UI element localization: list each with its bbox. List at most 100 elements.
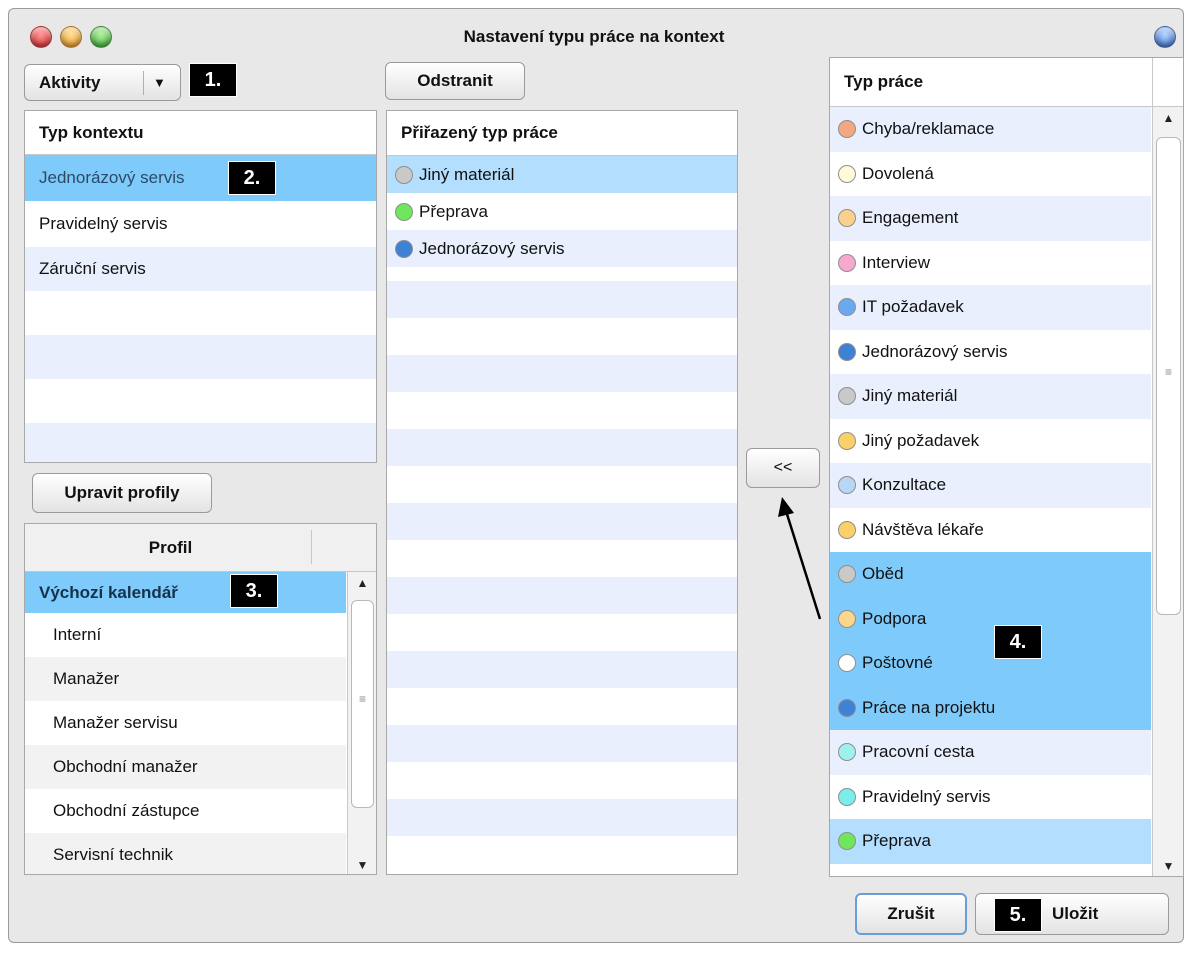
list-item[interactable]: Konzultace [830, 463, 1151, 508]
list-item[interactable]: Interview [830, 240, 1151, 285]
assigned-work-type-list: Přiřazený typ práce Jiný materiál Přepra… [386, 110, 738, 875]
context-type-list: Typ kontextu Jednorázový servis Pravidel… [24, 110, 377, 463]
profile-scrollbar[interactable]: ▲ ≡ ▼ [347, 572, 376, 874]
move-left-button[interactable]: << [746, 448, 820, 488]
work-type-label: Chyba/reklamace [862, 119, 995, 139]
context-label: Pravidelný servis [39, 214, 168, 233]
list-item[interactable]: Pravidelný servis [25, 201, 376, 247]
remove-button[interactable]: Odstranit [385, 62, 525, 100]
edit-profiles-button[interactable]: Upravit profily [32, 473, 212, 513]
color-dot-icon [395, 165, 413, 184]
scroll-down-icon[interactable]: ▼ [1153, 855, 1183, 876]
color-dot-icon [838, 253, 856, 272]
color-dot-icon [838, 164, 856, 183]
work-type-header: Typ práce [830, 58, 1183, 107]
list-item[interactable]: Manažer [25, 657, 346, 701]
list-item[interactable]: Servisní technik [25, 833, 346, 874]
cancel-button[interactable]: Zrušit [855, 893, 967, 935]
color-dot-icon [838, 476, 856, 495]
work-type-label: Pravidelný servis [862, 786, 991, 806]
list-item[interactable]: Pravidelný servis [830, 774, 1151, 819]
annotation-1: 1. [189, 63, 237, 97]
list-item[interactable]: Jiný materiál [830, 374, 1151, 419]
profile-header-label: Profil [148, 537, 193, 557]
activities-label: Aktivity [39, 72, 101, 92]
annotation-2: 2. [228, 161, 276, 195]
work-type-label: Pracovní cesta [862, 742, 975, 762]
color-dot-icon [395, 202, 413, 221]
profile-label: Obchodní zástupce [53, 801, 200, 820]
context-type-header: Typ kontextu [25, 111, 376, 155]
assigned-label: Jednorázový servis [419, 238, 565, 258]
profile-label: Manažer [53, 669, 120, 688]
annotation-3: 3. [230, 574, 278, 608]
profile-row-selected[interactable]: Výchozí kalendář [25, 572, 346, 613]
list-item[interactable]: Poštovné [830, 641, 1151, 686]
assigned-header: Přiřazený typ práce [387, 111, 737, 156]
list-item[interactable]: Interní [25, 613, 346, 657]
work-type-label: Poštovné [862, 653, 933, 673]
list-item[interactable]: Chyba/reklamace [830, 107, 1151, 152]
list-item[interactable]: Oběd [830, 552, 1151, 597]
color-dot-icon [838, 654, 856, 673]
header-divider [311, 530, 312, 564]
color-dot-icon [838, 609, 856, 628]
profile-label: Výchozí kalendář [39, 582, 178, 602]
scroll-thumb[interactable]: ≡ [351, 600, 374, 808]
context-row-selected[interactable]: Jednorázový servis [25, 155, 376, 201]
context-label: Záruční servis [39, 259, 146, 278]
color-dot-icon [838, 743, 856, 762]
list-item[interactable]: Obchodní manažer [25, 745, 346, 789]
work-type-label: Jiný materiál [862, 386, 958, 406]
scroll-up-icon[interactable]: ▲ [348, 572, 376, 594]
empty-row [25, 335, 376, 379]
scroll-up-icon[interactable]: ▲ [1153, 107, 1183, 129]
dropdown-divider [143, 71, 144, 95]
list-item[interactable]: Pracovní cesta [830, 730, 1151, 775]
work-type-rows: Chyba/reklamace Dovolená Engagement Intervi… [830, 107, 1151, 876]
scroll-down-icon[interactable]: ▼ [348, 854, 376, 874]
work-type-label: Přeprava [862, 831, 931, 851]
list-item[interactable]: Přeprava [387, 193, 737, 230]
list-item[interactable]: Přeprava [830, 819, 1151, 864]
list-item[interactable]: Engagement [830, 196, 1151, 241]
list-item[interactable]: IT požadavek [830, 285, 1151, 330]
list-item[interactable]: Obchodní zástupce [25, 789, 346, 833]
list-item[interactable]: Návštěva lékaře [830, 507, 1151, 552]
color-dot-icon [395, 239, 413, 258]
color-dot-icon [838, 832, 856, 851]
scroll-thumb[interactable]: ≡ [1156, 137, 1181, 615]
work-type-label: Oběd [862, 564, 904, 584]
grip-icon: ≡ [358, 692, 366, 706]
list-item[interactable]: Manažer servisu [25, 701, 346, 745]
work-type-list: Typ práce Chyba/reklamace Dovolená Engagem… [829, 57, 1184, 877]
window-title: Nastavení typu práce na kontext [463, 27, 725, 46]
list-item[interactable]: Jednorázový servis [387, 230, 737, 267]
profile-label: Interní [53, 625, 102, 644]
color-dot-icon [838, 209, 856, 228]
profile-header: Profil [25, 524, 376, 572]
color-dot-icon [838, 387, 856, 406]
work-type-header-label: Typ práce [844, 72, 924, 91]
activities-dropdown[interactable]: Aktivity ▼ [24, 64, 181, 101]
annotation-arrow [778, 497, 822, 620]
assigned-label: Jiný materiál [419, 164, 515, 184]
work-type-label: Jednorázový servis [862, 341, 1008, 361]
save-label: Uložit [1052, 904, 1099, 923]
list-item[interactable]: Dovolená [830, 151, 1151, 196]
color-dot-icon [838, 520, 856, 539]
list-item[interactable]: Práce na projektu [830, 685, 1151, 730]
list-item[interactable]: Jiný požadavek [830, 418, 1151, 463]
profile-list: Profil Výchozí kalendář Interní Manažer … [24, 523, 377, 875]
color-dot-icon [838, 787, 856, 806]
empty-row [25, 423, 376, 462]
color-dot-icon [838, 342, 856, 361]
list-item[interactable]: Záruční servis [25, 247, 376, 291]
empty-row [25, 379, 376, 423]
list-item[interactable]: Jednorázový servis [830, 329, 1151, 374]
list-item[interactable]: Podpora [830, 596, 1151, 641]
color-dot-icon [838, 565, 856, 584]
assigned-row-selected[interactable]: Jiný materiál [387, 156, 737, 193]
work-type-scrollbar[interactable]: ▲ ≡ ▼ [1152, 107, 1183, 876]
profile-label: Servisní technik [53, 845, 173, 864]
